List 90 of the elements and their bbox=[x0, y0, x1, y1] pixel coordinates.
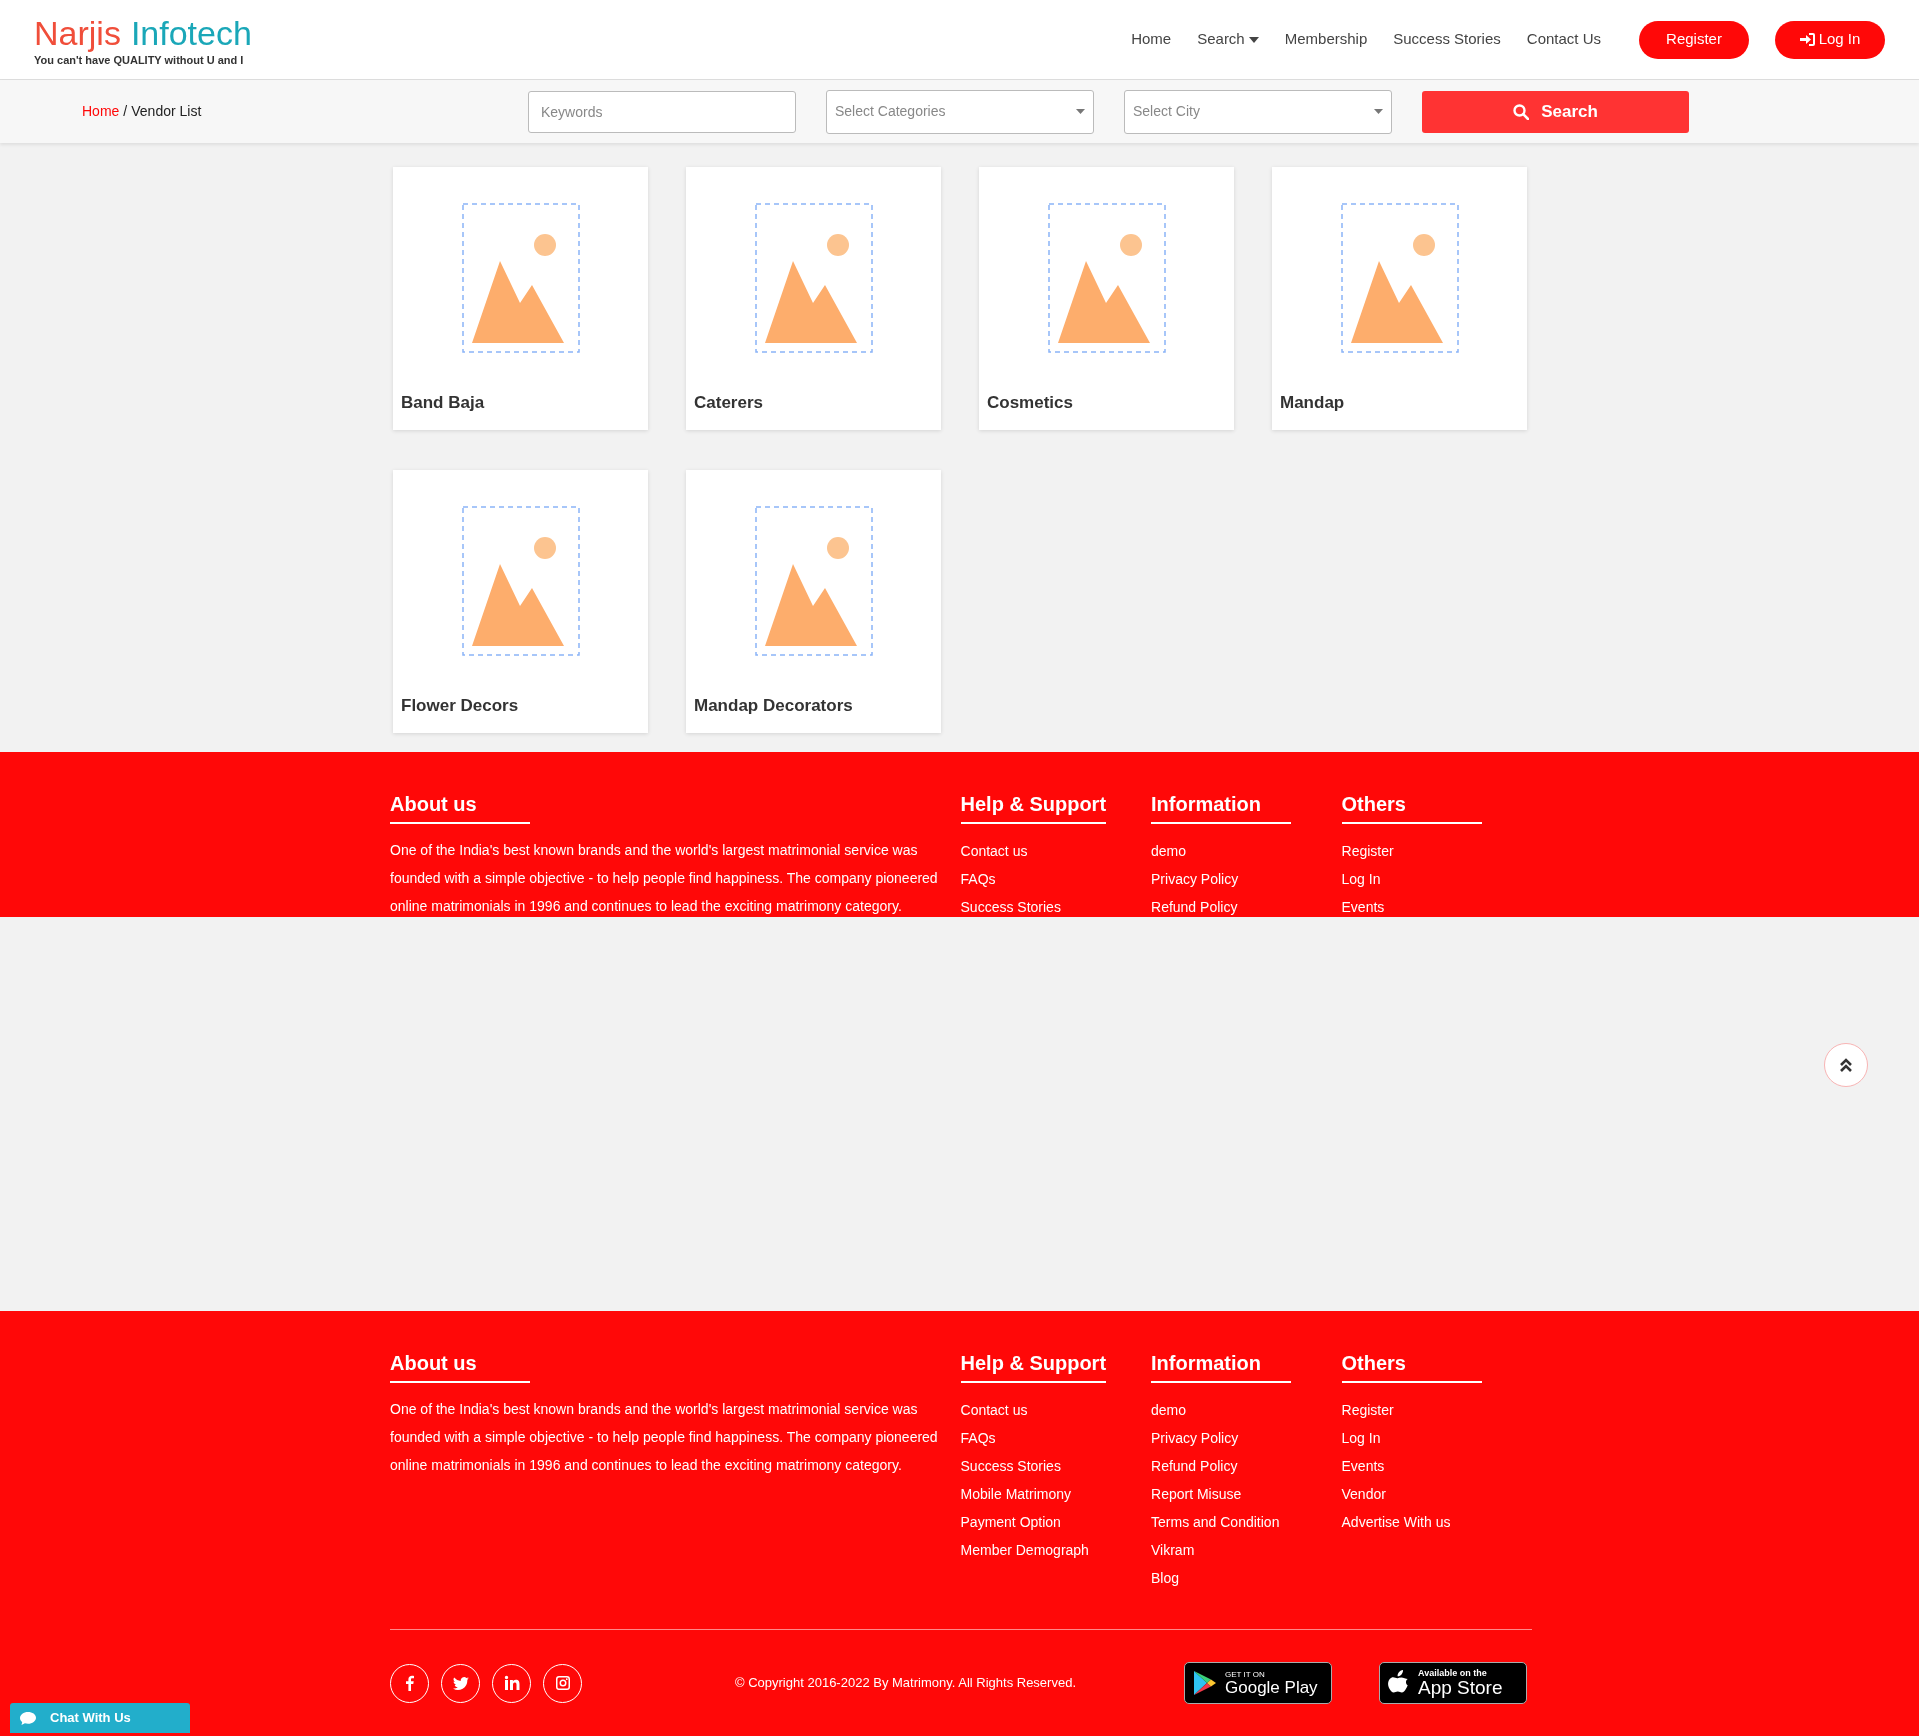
breadcrumb-separator: / bbox=[123, 102, 128, 121]
image-placeholder-icon bbox=[754, 506, 873, 656]
footer-link[interactable]: Report Misuse bbox=[1151, 1483, 1242, 1505]
footer-link[interactable]: Events bbox=[1341, 1455, 1385, 1477]
google-play-badge[interactable]: GET IT ON Google Play bbox=[1184, 1662, 1332, 1704]
nav-link[interactable]: Home bbox=[1131, 28, 1172, 51]
footer-heading: About us bbox=[390, 790, 530, 824]
sign-in-icon bbox=[1799, 33, 1815, 46]
nav-link[interactable]: Success Stories bbox=[1393, 28, 1501, 51]
footer-link[interactable]: Log In bbox=[1341, 868, 1381, 890]
scroll-to-top-button[interactable] bbox=[1824, 1043, 1868, 1087]
vendor-card[interactable]: Band Baja bbox=[393, 167, 648, 430]
footer-heading: Information bbox=[1151, 790, 1291, 824]
categories-dropdown[interactable]: Select Categories bbox=[826, 89, 1094, 134]
footer-link[interactable]: FAQs bbox=[960, 1427, 996, 1449]
footer-link[interactable]: Success Stories bbox=[960, 1455, 1061, 1477]
footer-link[interactable]: demo bbox=[1151, 1399, 1187, 1421]
logo-text: Narjis bbox=[34, 12, 121, 53]
footer-link[interactable]: Refund Policy bbox=[1151, 896, 1238, 917]
footer-link[interactable]: FAQs bbox=[960, 868, 996, 890]
copyright-text: © Copyright 2016-2022 By Matrimony. All Rights Reserved. bbox=[735, 1674, 1077, 1693]
image-placeholder-icon bbox=[1047, 203, 1166, 353]
city-dropdown[interactable]: Select City bbox=[1124, 89, 1392, 134]
footer-heading: Information bbox=[1151, 1349, 1291, 1383]
footer-link[interactable]: Log In bbox=[1341, 1427, 1381, 1449]
caret-icon bbox=[1076, 109, 1085, 114]
vendor-name: Mandap bbox=[1279, 392, 1345, 414]
chat-bubble-icon bbox=[20, 1710, 36, 1726]
footer-heading: Help & Support bbox=[960, 790, 1107, 824]
footer-link[interactable]: Blog bbox=[1151, 1567, 1180, 1589]
apple-icon bbox=[1388, 1670, 1410, 1696]
about-text: One of the India's best known brands and the world's largest matrimonial service was founded with a simple objective - to help people find happiness. The company pioneered online matrimonials in 1996 and continues to lead the exciting matrimony category. bbox=[390, 1400, 939, 1475]
vendor-card[interactable]: Mandap bbox=[1272, 167, 1527, 430]
vendor-name: Band Baja bbox=[400, 392, 485, 414]
search-button[interactable]: Search bbox=[1422, 90, 1689, 133]
breadcrumb-link[interactable]: Home bbox=[82, 101, 120, 122]
vendor-card[interactable]: Caterers bbox=[686, 167, 941, 430]
footer-link[interactable]: Terms and Condition bbox=[1151, 1511, 1280, 1533]
app-store-badge[interactable]: Available on the App Store bbox=[1379, 1662, 1527, 1704]
footer-link[interactable]: Vendor bbox=[1341, 1483, 1386, 1505]
footer-link[interactable]: Payment Option bbox=[960, 1511, 1061, 1533]
chat-button[interactable]: Chat With Us bbox=[10, 1703, 190, 1733]
nav-link[interactable]: Contact Us bbox=[1526, 28, 1601, 51]
image-placeholder-icon bbox=[461, 203, 580, 353]
register-button[interactable]: Register bbox=[1639, 20, 1749, 59]
badge-title: Google Play bbox=[1225, 1678, 1318, 1696]
footer-link[interactable]: Member Demograph bbox=[960, 1539, 1089, 1561]
footer-link[interactable]: Success Stories bbox=[960, 896, 1061, 917]
vendor-name: Cosmetics bbox=[986, 392, 1073, 414]
vendor-name: Caterers bbox=[693, 392, 763, 414]
footer-link[interactable]: Privacy Policy bbox=[1151, 868, 1239, 890]
caret-icon bbox=[1374, 109, 1383, 114]
footer-link[interactable]: Contact us bbox=[960, 840, 1028, 862]
footer-link[interactable]: Vikram bbox=[1151, 1539, 1195, 1561]
image-placeholder-icon bbox=[1340, 203, 1459, 353]
vendor-name: Mandap Decorators bbox=[693, 695, 853, 717]
vendor-card[interactable]: Flower Decors bbox=[393, 470, 648, 733]
keywords-field[interactable]: Keywords bbox=[528, 90, 796, 133]
about-text: One of the India's best known brands and the world's largest matrimonial service was founded with a simple objective - to help people find happiness. The company pioneered online matrimonials in 1996 and continues to lead the exciting matrimony category. bbox=[390, 841, 939, 916]
nav-link[interactable]: Search bbox=[1197, 28, 1259, 51]
nav-link[interactable]: Membership bbox=[1284, 28, 1368, 51]
footer-link[interactable]: Refund Policy bbox=[1151, 1455, 1238, 1477]
badge-caption: Available on the bbox=[1418, 1669, 1488, 1678]
image-placeholder-icon bbox=[754, 203, 873, 353]
badge-caption: GET IT ON bbox=[1225, 1670, 1266, 1679]
footer-heading: Others bbox=[1341, 790, 1482, 824]
vendor-name: Flower Decors bbox=[400, 695, 519, 717]
caret-icon bbox=[1248, 36, 1259, 43]
login-button[interactable]: Log In bbox=[1775, 20, 1885, 59]
footer-link[interactable]: Advertise With us bbox=[1341, 1511, 1451, 1533]
footer-link[interactable]: Privacy Policy bbox=[1151, 1427, 1239, 1449]
footer-heading: About us bbox=[390, 1349, 530, 1383]
footer-heading: Help & Support bbox=[960, 1349, 1107, 1383]
image-placeholder-icon bbox=[461, 506, 580, 656]
logo-text: Infotech bbox=[130, 12, 252, 53]
breadcrumb-current: Vendor List bbox=[131, 102, 202, 121]
footer-link[interactable]: Register bbox=[1341, 1399, 1394, 1421]
footer-link[interactable]: demo bbox=[1151, 840, 1187, 862]
footer-heading: Others bbox=[1341, 1349, 1482, 1383]
footer-link[interactable]: Register bbox=[1341, 840, 1394, 862]
badge-title: App Store bbox=[1418, 1678, 1503, 1697]
play-store-icon bbox=[1193, 1670, 1217, 1696]
logo-tagline: You can't have QUALITY without U and I bbox=[34, 52, 245, 67]
search-icon bbox=[1513, 103, 1530, 120]
footer-link[interactable]: Mobile Matrimony bbox=[960, 1483, 1071, 1505]
vendor-card[interactable]: Cosmetics bbox=[979, 167, 1234, 430]
vendor-card[interactable]: Mandap Decorators bbox=[686, 470, 941, 733]
footer-link[interactable]: Events bbox=[1341, 896, 1385, 917]
double-chevron-up-icon bbox=[1839, 1057, 1853, 1073]
footer-link[interactable]: Contact us bbox=[960, 1399, 1028, 1421]
